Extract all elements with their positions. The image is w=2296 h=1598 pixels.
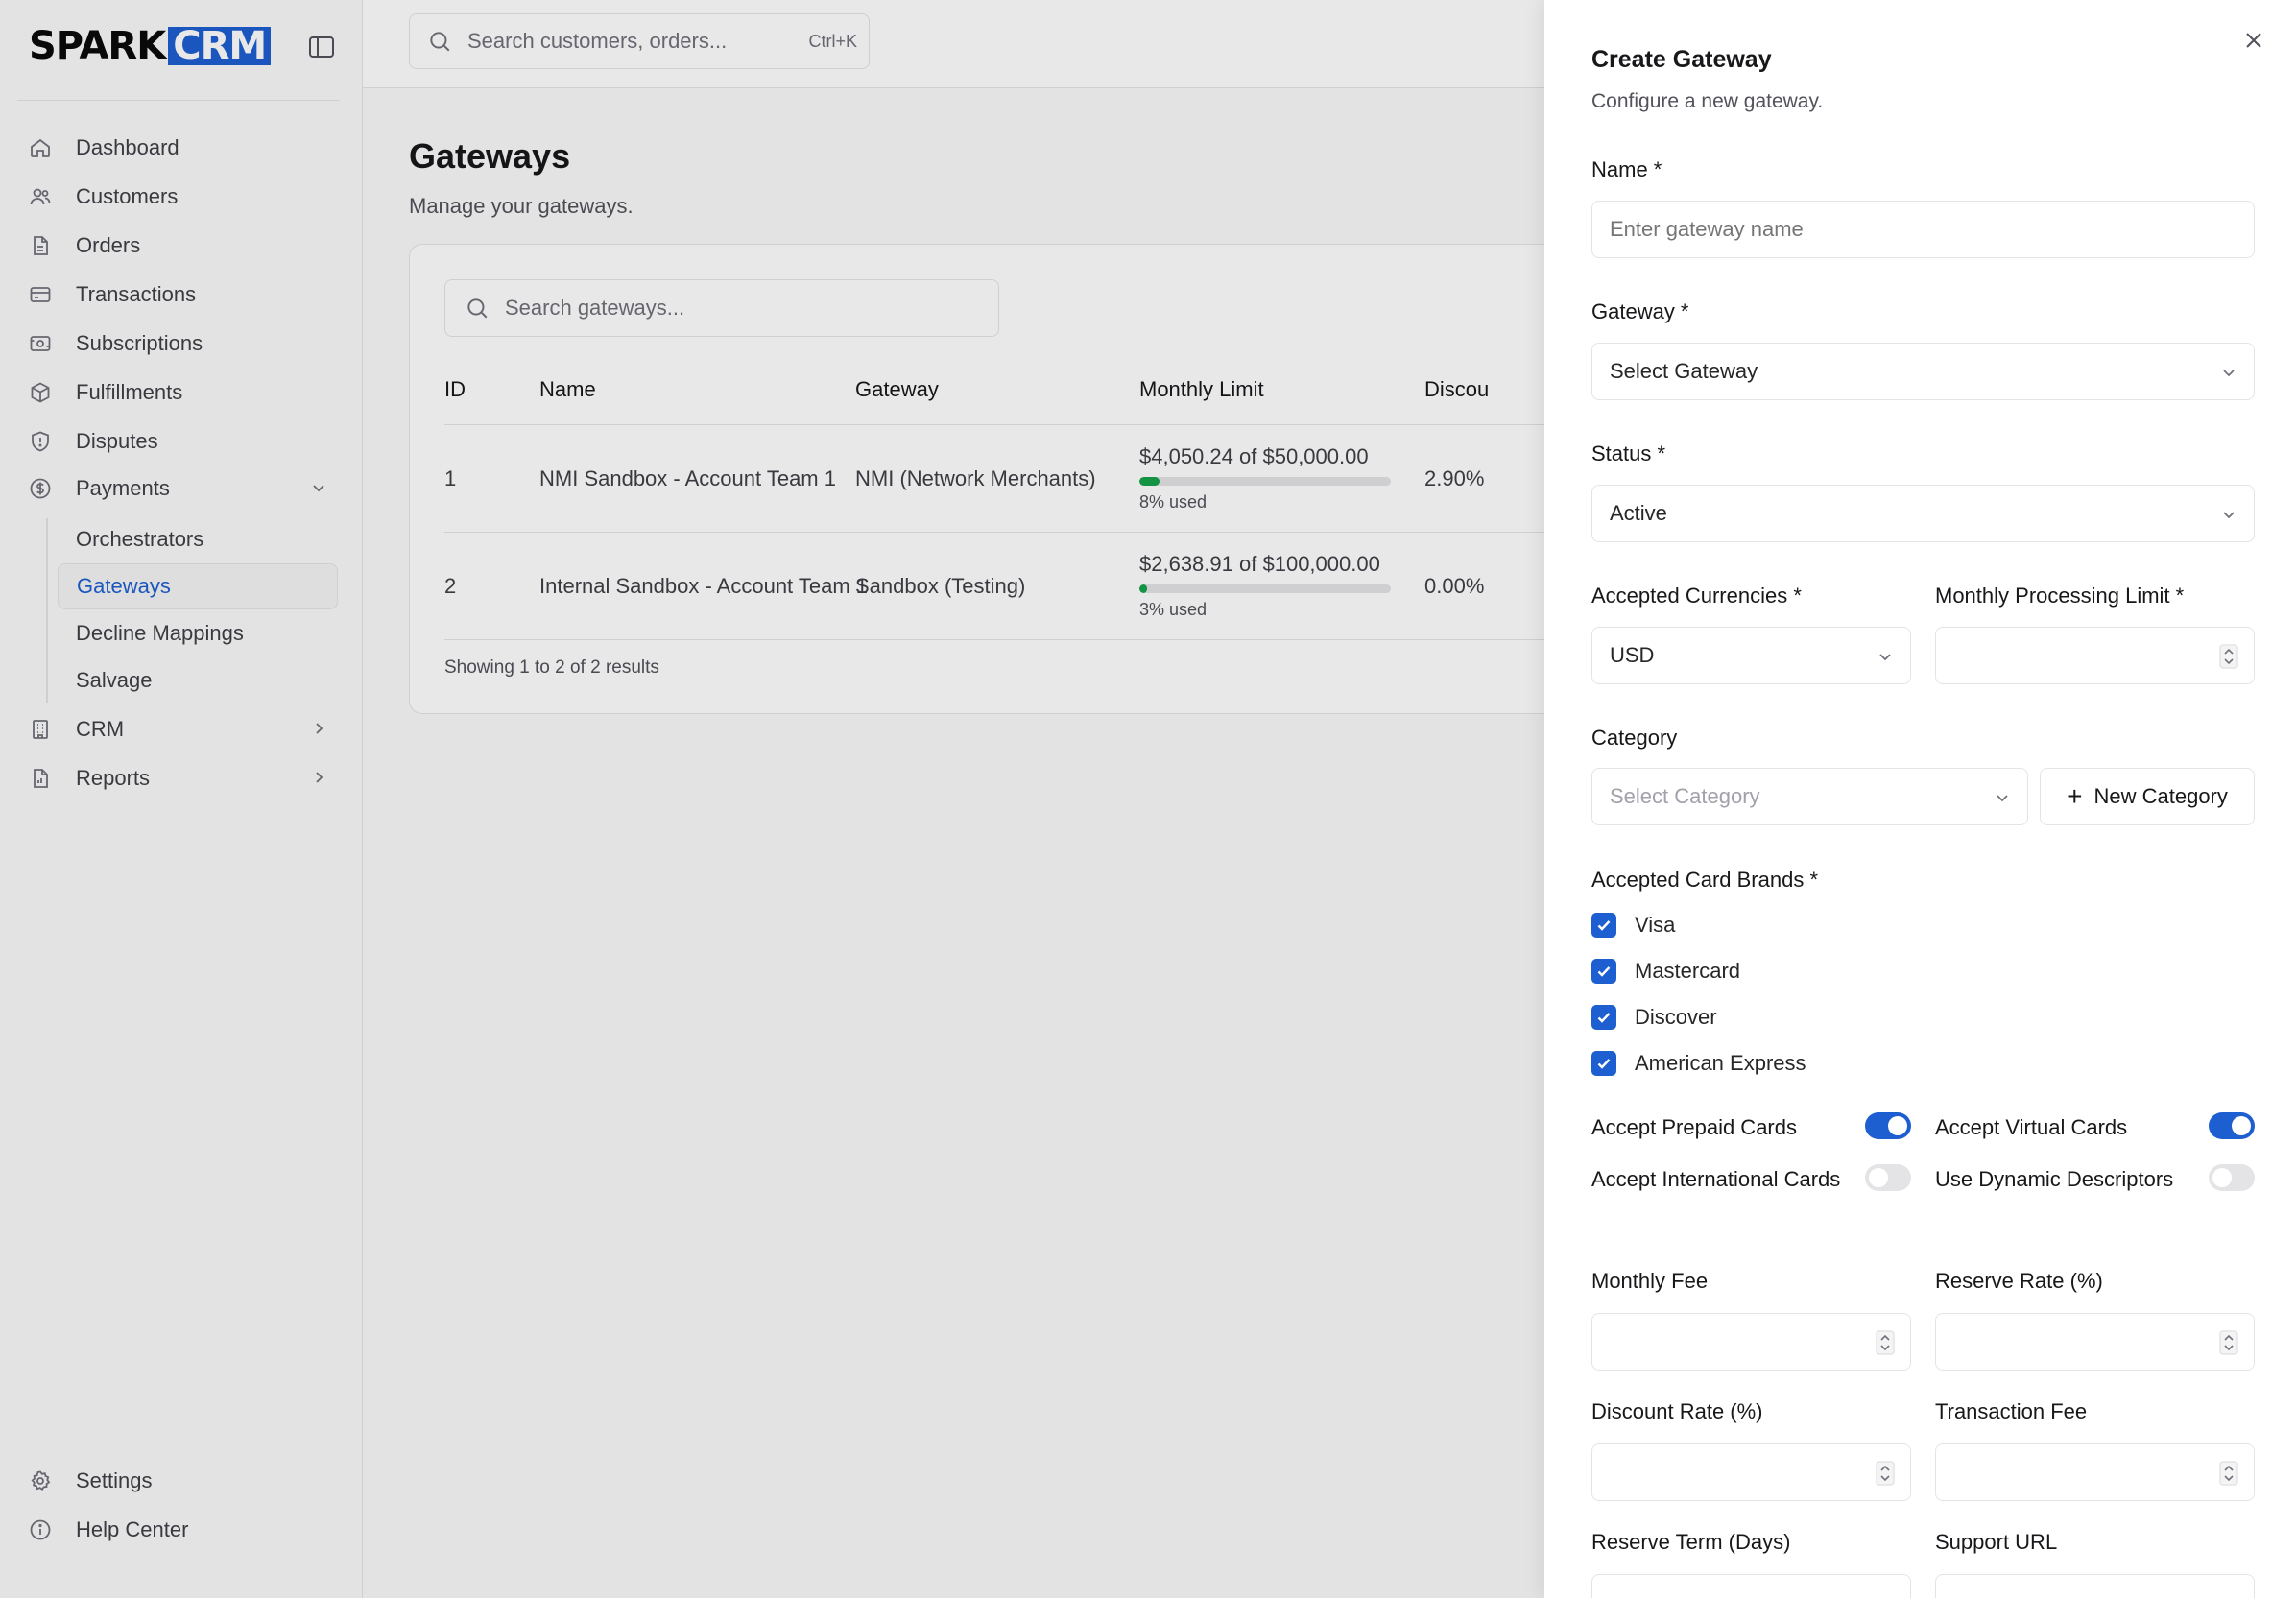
reserve-term-label: Reserve Term (Days): [1591, 1530, 1791, 1554]
toggle-knob: [1869, 1168, 1888, 1187]
use-dynamic-descriptors-toggle[interactable]: [2209, 1164, 2255, 1191]
status-select-value: Active: [1610, 501, 1667, 525]
mastercard-checkbox-label[interactable]: Mastercard: [1635, 959, 1740, 984]
number-stepper-icon[interactable]: [2219, 1330, 2238, 1355]
discount-rate-label: Discount Rate (%): [1591, 1399, 1763, 1423]
drawer-subtitle: Configure a new gateway.: [1591, 90, 1824, 112]
discover-checkbox-label[interactable]: Discover: [1635, 1005, 1717, 1030]
use-dynamic-descriptors-label: Use Dynamic Descriptors: [1935, 1167, 2174, 1191]
chevron-down-icon: [1993, 788, 2012, 807]
close-icon[interactable]: [2242, 29, 2265, 52]
monthly-processing-limit-input[interactable]: [1935, 627, 2255, 684]
currencies-select-value: USD: [1610, 643, 1655, 667]
drawer-title: Create Gateway: [1591, 46, 1772, 73]
accept-international-cards-toggle[interactable]: [1865, 1164, 1911, 1191]
accepted-card-brands-label: Accepted Card Brands *: [1591, 868, 1819, 892]
accept-virtual-cards-label: Accept Virtual Cards: [1935, 1115, 2128, 1139]
category-label: Category: [1591, 726, 1678, 750]
discount-rate-input[interactable]: [1591, 1443, 1911, 1501]
support-url-input[interactable]: [1935, 1574, 2255, 1598]
new-category-button[interactable]: + New Category: [2040, 768, 2255, 825]
toggle-knob: [1888, 1116, 1907, 1135]
american-express-checkbox-label[interactable]: American Express: [1635, 1051, 1806, 1076]
reserve-rate-label: Reserve Rate (%): [1935, 1269, 2103, 1293]
accepted-currencies-label: Accepted Currencies *: [1591, 584, 1802, 608]
toggle-knob: [2212, 1168, 2232, 1187]
name-label: Name *: [1591, 157, 1662, 181]
category-select-placeholder: Select Category: [1610, 784, 1760, 808]
accept-virtual-cards-toggle[interactable]: [2209, 1112, 2255, 1139]
chevron-down-icon: [2219, 363, 2238, 382]
discover-checkbox[interactable]: [1591, 1005, 1616, 1030]
number-stepper-icon[interactable]: [1876, 1330, 1895, 1355]
number-stepper-icon[interactable]: [1876, 1461, 1895, 1486]
plus-icon: +: [2067, 781, 2083, 811]
visa-checkbox[interactable]: [1591, 913, 1616, 938]
status-label: Status *: [1591, 441, 1666, 465]
accept-international-cards-label: Accept International Cards: [1591, 1167, 1841, 1191]
create-gateway-drawer: Create Gateway Configure a new gateway. …: [1544, 0, 2296, 1598]
number-stepper-icon[interactable]: [2219, 1461, 2238, 1486]
support-url-label: Support URL: [1935, 1530, 2058, 1554]
visa-checkbox-label[interactable]: Visa: [1635, 913, 1675, 938]
new-category-label: New Category: [2093, 784, 2228, 808]
gateway-select[interactable]: Select Gateway: [1591, 343, 2255, 400]
toggle-knob: [2232, 1116, 2251, 1135]
status-select[interactable]: Active: [1591, 485, 2255, 542]
gateway-select-value: Select Gateway: [1610, 359, 1758, 383]
accept-prepaid-cards-toggle[interactable]: [1865, 1112, 1911, 1139]
mastercard-checkbox[interactable]: [1591, 959, 1616, 984]
chevron-down-icon: [2219, 505, 2238, 524]
reserve-term-input[interactable]: [1591, 1574, 1911, 1598]
name-input[interactable]: [1591, 201, 2255, 258]
monthly-processing-limit-label: Monthly Processing Limit *: [1935, 584, 2185, 608]
number-stepper-icon[interactable]: [2219, 644, 2238, 669]
currencies-select[interactable]: USD: [1591, 627, 1911, 684]
monthly-fee-label: Monthly Fee: [1591, 1269, 1709, 1293]
chevron-down-icon: [1876, 647, 1895, 666]
reserve-rate-input[interactable]: [1935, 1313, 2255, 1371]
american-express-checkbox[interactable]: [1591, 1051, 1616, 1076]
gateway-label: Gateway *: [1591, 299, 1689, 323]
transaction-fee-input[interactable]: [1935, 1443, 2255, 1501]
accept-prepaid-cards-label: Accept Prepaid Cards: [1591, 1115, 1797, 1139]
category-select[interactable]: Select Category: [1591, 768, 2028, 825]
transaction-fee-label: Transaction Fee: [1935, 1399, 2088, 1423]
monthly-fee-input[interactable]: [1591, 1313, 1911, 1371]
